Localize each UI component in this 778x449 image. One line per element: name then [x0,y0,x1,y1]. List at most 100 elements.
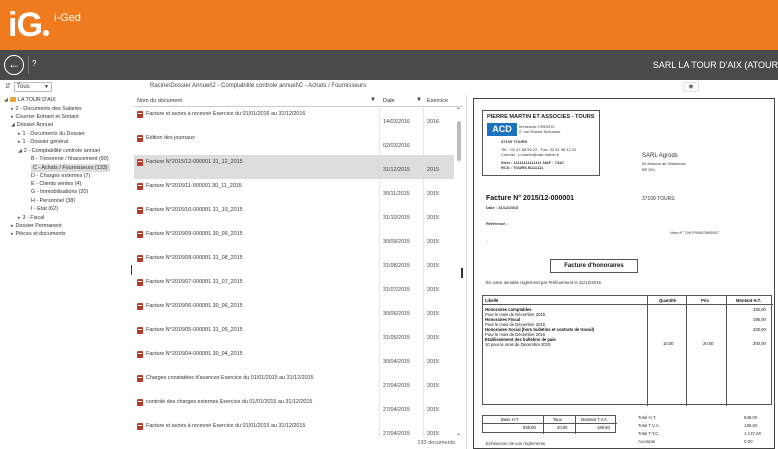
back-arrow-circle-icon[interactable]: ← [4,55,24,75]
tree-item[interactable]: H - Personnel (38) [31,198,75,204]
tree-item[interactable]: D - Charges externes (7) [31,173,90,179]
expand-arrow-icon[interactable]: ▸ [11,223,14,229]
document-name: Facture N°2015/05-000001 31_05_2015 [146,327,243,333]
tree-item-label: Courrier Entrant et Sortant [15,114,79,120]
pdf-file-icon [137,159,143,166]
tva-header-rule [483,423,617,424]
expand-arrow-icon[interactable]: ▸ [18,139,21,145]
th-prix: Prix [701,298,709,303]
tree-item[interactable]: ▸ Dossier Permanent [11,223,62,229]
tree-item[interactable]: C - Achats / Fournisseurs (133) [31,164,110,172]
eye-icon[interactable]: ◉ [683,82,699,92]
table-header-rule [483,304,773,305]
filter-funnel-icon[interactable]: ▼ [370,97,376,103]
tree-item-label: D - Charges externes (7) [31,173,91,179]
folder-tree: ◢ LA TOUR D'AIX ▸ 2 - Documents des Salarié… [0,94,132,449]
table-row[interactable]: Facture N°2015/05-000001 31_05_2015 31/05… [134,323,454,347]
table-row[interactable]: Facture N°2015/08-000001 31_08_2015 31/08… [134,251,454,275]
issuer-name: PIERRE MARTIN ET ASSOCIES - TOURS [487,114,595,120]
tree-item[interactable]: ▸ 1 - Dossier général [18,139,68,145]
total-value: 0,00 [744,439,753,444]
document-exercise: 2015 [427,191,439,197]
document-name: Facture N°2015/11-000001 30_11_2015 [146,183,242,189]
total-value: 1 137,60 [744,431,762,436]
column-name[interactable]: Nom du document [137,98,182,104]
tree-item[interactable]: ▸ 2 - Documents des Salariés [11,106,82,112]
table-row[interactable]: Facture N°2015/12-000001 31_12_2015 31/12… [134,155,454,179]
tree-item[interactable]: G - Immobilisations (20) [31,189,88,195]
expand-arrow-icon[interactable]: ▸ [11,106,14,112]
document-date: 31/08/2015 [383,263,410,269]
list-header: Nom du document ▼ Date ▼ Exercice [134,94,463,107]
table-row[interactable]: Facture N°2015/11-000001 30_11_2015 30/11… [134,179,454,203]
dash-mark: – [486,238,489,243]
filter-funnel-icon[interactable]: ▼ [416,97,422,103]
tree-item-label: 3 - Fiscal [22,215,45,221]
tree-item-label: Pièces et documents [15,231,66,237]
table-row[interactable]: Facture et avoirs à recevoir Exercice du… [134,107,454,131]
document-name: Facture N°2015/06-000001 30_06_2015 [146,303,243,309]
pdf-file-icon [137,279,143,286]
scroll-thumb[interactable] [457,121,461,161]
tree-item[interactable]: ◢ 2 - Comptabilité controle annuel [18,148,100,154]
table-row[interactable]: controle des charges externes Exercice d… [134,395,454,419]
client-bp: BP 501 [642,167,656,172]
caret-down-icon: ▼ [44,84,49,90]
table-row[interactable]: Facture N°2015/06-000001 30_06_2015 30/06… [134,299,454,323]
tva-col-rule [543,416,544,434]
tva-rate: 20,00 [557,425,568,430]
tree-splitter[interactable] [131,265,132,275]
iged-logo: iG [8,6,50,44]
document-date: 30/11/2015 [383,191,410,197]
toolbar: ← ? SARL LA TOUR D'AIX (ATOUR [0,50,778,80]
collapse-arrow-icon[interactable]: ◢ [4,97,8,103]
document-count: 133 documents [417,440,455,446]
column-exercise[interactable]: Exercice [427,98,448,104]
table-row[interactable]: Facture N°2015/07-000001 31_07_2015 31/07… [134,275,454,299]
collapse-arrow-icon[interactable]: ◢ [11,122,15,128]
column-date[interactable]: Date [383,98,395,104]
expand-arrow-icon[interactable]: ▸ [11,114,14,120]
table-col-rule [726,296,727,406]
pdf-file-icon [137,231,143,238]
table-row[interactable]: Charges constatées d'avances Exercice du… [134,371,454,395]
table-row[interactable]: Facture N°2015/09-000001 30_09_2015 30/09… [134,227,454,251]
expand-arrow-icon[interactable]: ▸ [11,231,14,237]
scroll-up-icon[interactable]: ⌃ [456,107,461,114]
tree-item[interactable]: ▸ Courrier Entrant et Sortant [11,114,79,120]
total-label: Total T.V.A. [638,423,660,428]
expand-arrow-icon[interactable]: ▸ [18,215,21,221]
document-preview: PIERRE MARTIN ET ASSOCIES - TOURS ACD Im… [466,94,778,449]
invoice-reference: Référence : [486,221,508,226]
table-row[interactable]: Facture N°2015/10-000001 31_10_2015 31/10… [134,203,454,227]
scroll-down-icon[interactable]: ⌄ [456,430,461,437]
tree-item-label: B - Trésorerie / financement (90) [31,156,109,162]
document-date: 27/04/2015 [383,431,410,437]
table-row[interactable]: Edition des journaux 02/03/2016 [134,131,454,155]
tree-item[interactable]: ▸ Pièces et documents [11,231,66,237]
tree-item[interactable]: E - Clients ventes (4) [31,181,81,187]
issuer-mail: Courriel : p.martin@cab-martin.fr [501,152,560,157]
tree-item[interactable]: ▸ 1 - Documents du Dossier [18,131,85,137]
collapse-arrow-icon[interactable]: ◢ [18,148,22,154]
total-label: Total T.T.C. [638,431,660,436]
tree-item[interactable]: ▸ 3 - Fiscal [18,215,44,221]
tree-item[interactable]: B - Trésorerie / financement (90) [31,156,109,162]
document-name: Charges constatées d'avances Exercice du… [146,375,314,381]
table-row[interactable]: Facture N°2015/04-000001 30_04_2015 30/04… [134,347,454,371]
document-exercise: 2015 [427,359,439,365]
tree-item[interactable]: I - Etat (62) [31,206,58,212]
issuer-box: PIERRE MARTIN ET ASSOCIES - TOURS ACD Im… [482,110,600,176]
filter-select[interactable]: Tous ▼ [14,82,52,92]
list-splitter[interactable] [461,268,463,278]
document-date: 30/06/2015 [383,311,410,317]
tree-item[interactable]: ◢ LA TOUR D'AIX [4,97,56,103]
total-label: Total H.T. [638,415,657,420]
help-button[interactable]: ? [32,59,36,68]
tree-item[interactable]: ◢ Dossier Annuel [11,122,53,128]
pdf-file-icon [137,183,143,190]
document-name: Facture et avoirs à recevoir Exercice du… [146,111,306,117]
table-row[interactable]: Facture et avoirs à recevoir Exercice du… [134,419,454,443]
expand-arrow-icon[interactable]: ▸ [18,131,21,137]
sort-icon[interactable]: ⇵ [5,82,11,90]
